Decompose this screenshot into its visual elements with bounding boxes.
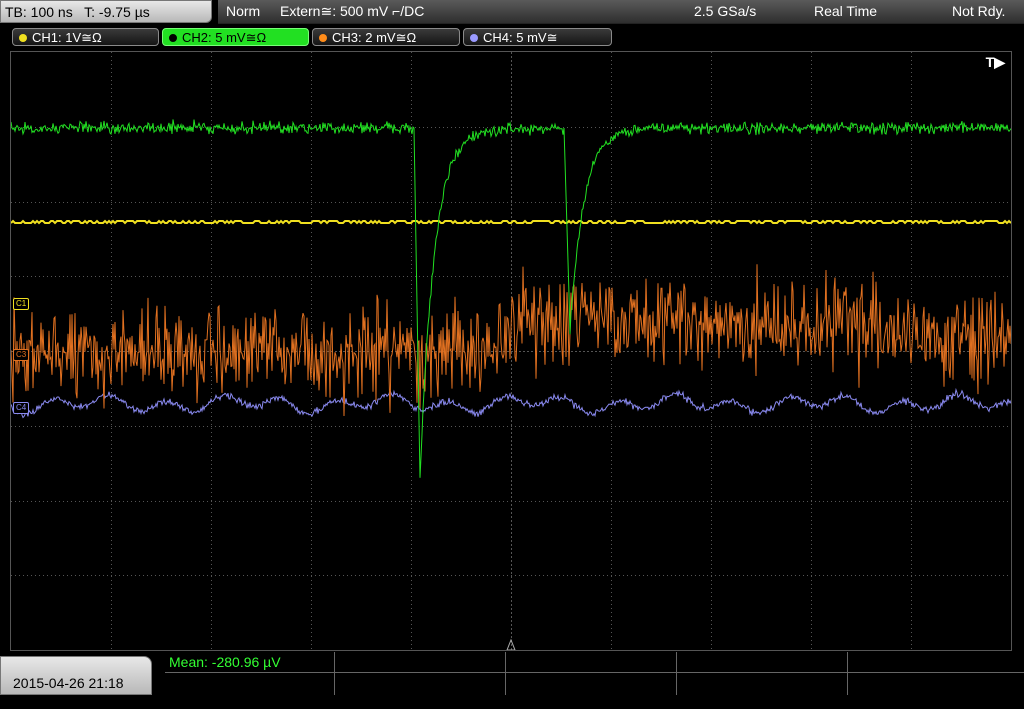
measurement-cell-empty[interactable] (677, 652, 848, 673)
trigger-source[interactable]: Extern≅: 500 mV ⌐/DC (280, 0, 424, 23)
channel-tab-4[interactable]: CH4: 5 mV≅ (463, 28, 612, 46)
timebase-box[interactable]: TB: 100 ns T: -9.75 µs (0, 0, 212, 23)
measurement-cell-empty[interactable] (506, 673, 677, 695)
trigger-status: Not Rdy. (952, 3, 1006, 19)
channel-2-dot-icon (169, 34, 177, 42)
measurement-cell-empty[interactable] (848, 673, 1024, 695)
waveform-canvas[interactable] (11, 52, 1011, 650)
date-time-value: 2015-04-26 21:18 (13, 675, 124, 691)
measurement-cell-empty[interactable] (335, 652, 506, 673)
channel-2-label: CH2: 5 mV≅Ω (182, 30, 267, 45)
date-time: 2015-04-26 21:18 (0, 656, 152, 695)
timebase-value: TB: 100 ns (5, 4, 73, 20)
channel-1-label: CH1: 1V≅Ω (32, 30, 102, 45)
channel-1-dot-icon (19, 34, 27, 42)
channel-tab-1[interactable]: CH1: 1V≅Ω (12, 28, 159, 46)
mean-measurement: Mean: -280.96 µV (169, 654, 281, 670)
channel-tab-3[interactable]: CH3: 2 mV≅Ω (312, 28, 460, 46)
channel-3-dot-icon (319, 34, 327, 42)
measurement-cell[interactable]: Mean: -280.96 µV (165, 652, 335, 673)
waveform-display[interactable]: T▶ C1 C3 C4 (10, 51, 1012, 651)
acquisition-mode: Real Time (814, 3, 878, 19)
measurement-cell-empty[interactable] (506, 652, 677, 673)
status-bar: TB: 100 ns T: -9.75 µs Norm Extern≅: 500… (0, 0, 1024, 25)
measurement-cell-empty[interactable] (677, 673, 848, 695)
channel-3-level-marker[interactable]: C3 (13, 349, 30, 361)
channel-3-label: CH3: 2 mV≅Ω (332, 30, 417, 45)
channel-1-level-marker[interactable]: C1 (13, 298, 30, 310)
measurement-cell-empty[interactable] (165, 673, 335, 695)
channel-4-level-marker[interactable]: C4 (13, 402, 30, 414)
measurement-panel[interactable]: Mean: -280.96 µV (165, 652, 1024, 695)
channel-tabs: CH1: 1V≅Ω CH2: 5 mV≅Ω CH3: 2 mV≅Ω CH4: 5… (0, 26, 1024, 48)
sample-rate: 2.5 GSa/s (694, 3, 757, 19)
measurement-cell-empty[interactable] (335, 673, 506, 695)
channel-tab-2[interactable]: CH2: 5 mV≅Ω (162, 28, 309, 46)
trigger-mode[interactable]: Norm (226, 0, 260, 23)
grid (11, 52, 1011, 650)
channel-4-dot-icon (470, 34, 478, 42)
trigger-marker: T▶ (985, 54, 1005, 70)
measurement-cell-empty[interactable] (848, 652, 1024, 673)
channel-4-label: CH4: 5 mV≅ (483, 30, 558, 45)
trigger-time-value: T: -9.75 µs (84, 4, 150, 20)
